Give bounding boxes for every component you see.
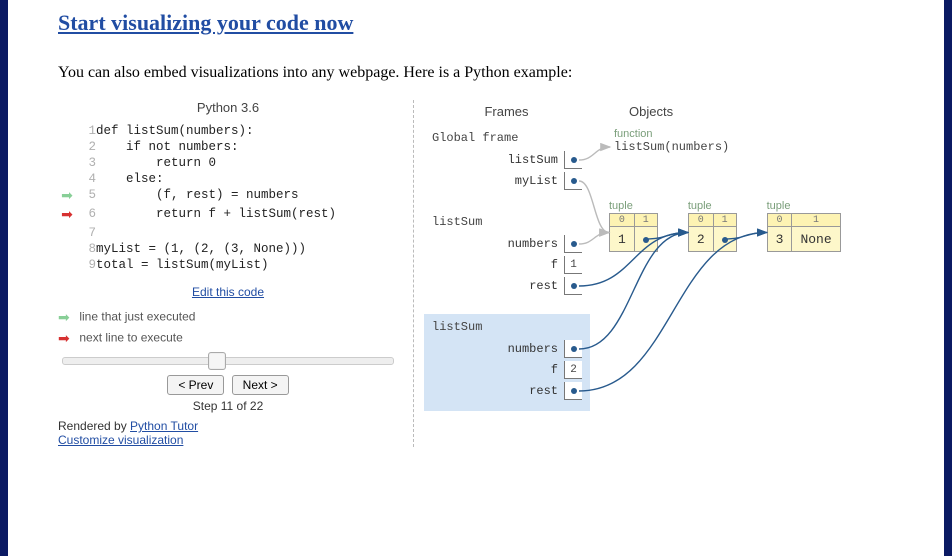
legend-prev-text: line that just executed: [79, 310, 195, 324]
variable-name: myList: [515, 174, 558, 188]
line-number: 9: [76, 257, 96, 273]
variable-row: numbers: [432, 235, 582, 253]
python-tutor-link[interactable]: Python Tutor: [130, 419, 198, 433]
code-line: myList = (1, (2, (3, None))): [96, 241, 398, 257]
tuple-index: 1: [792, 214, 840, 227]
tuple-type-label: tuple: [767, 200, 841, 212]
tuple-value-cell: 3: [767, 227, 792, 252]
tuple-index: 0: [767, 214, 792, 227]
tuple-object: tuple 011: [609, 200, 658, 252]
rendered-prefix: Rendered by: [58, 419, 130, 433]
line-number: 3: [76, 155, 96, 171]
code-line: def listSum(numbers):: [96, 123, 398, 139]
code-line: if not numbers:: [96, 139, 398, 155]
customize-link[interactable]: Customize visualization: [58, 433, 183, 447]
variable-name: numbers: [508, 342, 558, 356]
code-line: return 0: [96, 155, 398, 171]
code-line: return f + listSum(rest): [96, 206, 398, 225]
function-object: function listSum(numbers): [614, 128, 729, 154]
legend-prev: ➡ line that just executed: [58, 309, 398, 326]
frames-header: Frames: [424, 104, 589, 119]
tuple-index: 1: [634, 214, 657, 227]
variable-slot: [564, 277, 582, 295]
frame-title: listSum: [432, 215, 582, 229]
code-line: [96, 225, 398, 241]
variable-row: numbers: [432, 340, 582, 358]
tuple-value-cell: None: [792, 227, 840, 252]
variable-slot: [564, 235, 582, 253]
tuple-objects: tuple011tuple012tuple013None: [609, 200, 841, 252]
variable-slot: [564, 151, 582, 169]
tuple-type-label: tuple: [609, 200, 658, 212]
visualizer: Python 3.6 1def listSum(numbers):2 if no…: [58, 100, 894, 447]
intro-text: You can also embed visualizations into a…: [58, 64, 894, 82]
variable-row: listSum: [432, 151, 582, 169]
variable-name: rest: [529, 279, 558, 293]
tuple-value-cell: [713, 227, 736, 252]
variable-slot: 2: [564, 361, 582, 379]
next-exec-arrow-icon: ➡: [61, 208, 73, 224]
next-arrow-icon: ➡: [58, 330, 76, 347]
variable-name: f: [551, 258, 558, 272]
line-number: 2: [76, 139, 96, 155]
line-number: 5: [76, 187, 96, 206]
variable-name: numbers: [508, 237, 558, 251]
tuple-index: 1: [713, 214, 736, 227]
slider-thumb[interactable]: [208, 352, 226, 370]
line-number: 7: [76, 225, 96, 241]
legend-next-text: next line to execute: [79, 331, 182, 345]
legend-next: ➡ next line to execute: [58, 330, 398, 347]
frame-title: Global frame: [432, 131, 582, 145]
next-button[interactable]: Next >: [232, 375, 289, 395]
heap-pane: Frames Objects Global frame listSum myList…: [414, 100, 894, 447]
code-pane: Python 3.6 1def listSum(numbers):2 if no…: [58, 100, 414, 447]
tuple-type-label: tuple: [688, 200, 737, 212]
code-line: total = listSum(myList): [96, 257, 398, 273]
variable-name: rest: [529, 384, 558, 398]
edit-code-link[interactable]: Edit this code: [192, 285, 264, 299]
frames-column: Global frame listSum myList listSum numbers f…: [424, 125, 894, 411]
prev-arrow-icon: ➡: [58, 309, 76, 326]
tuple-object: tuple 012: [688, 200, 737, 252]
line-number: 6: [76, 206, 96, 225]
rendered-by: Rendered by Python Tutor: [58, 419, 398, 433]
tuple-value-cell: 1: [610, 227, 635, 252]
variable-slot: [564, 172, 582, 190]
prev-button[interactable]: < Prev: [167, 375, 224, 395]
step-label: Step 11 of 22: [58, 399, 398, 413]
stack-frame: listSum numbers f2 rest: [424, 314, 590, 411]
tuple-object: tuple 013None: [767, 200, 841, 252]
variable-row: f2: [432, 361, 582, 379]
frame-title: listSum: [432, 320, 582, 334]
stack-frame: listSum numbers f1 rest: [424, 209, 590, 306]
variable-slot: [564, 382, 582, 400]
variable-row: rest: [432, 382, 582, 400]
code-line: (f, rest) = numbers: [96, 187, 398, 206]
line-number: 8: [76, 241, 96, 257]
variable-row: f1: [432, 256, 582, 274]
prev-exec-arrow-icon: ➡: [61, 189, 73, 205]
function-text: listSum(numbers): [614, 140, 729, 154]
code-listing: 1def listSum(numbers):2 if not numbers:3…: [58, 123, 398, 273]
language-title: Python 3.6: [58, 100, 398, 115]
variable-name: f: [551, 363, 558, 377]
start-visualizing-link[interactable]: Start visualizing your code now: [58, 0, 353, 36]
variable-row: rest: [432, 277, 582, 295]
tuple-value-cell: [634, 227, 657, 252]
function-type-label: function: [614, 128, 729, 140]
tuple-index: 0: [610, 214, 635, 227]
tuple-value-cell: 2: [688, 227, 713, 252]
variable-row: myList: [432, 172, 582, 190]
global-frame: Global frame listSum myList: [424, 125, 590, 201]
code-line: else:: [96, 171, 398, 187]
line-number: 4: [76, 171, 96, 187]
objects-header: Objects: [589, 104, 894, 119]
variable-name: listSum: [508, 153, 558, 167]
line-number: 1: [76, 123, 96, 139]
variable-slot: [564, 340, 582, 358]
step-slider[interactable]: [62, 357, 394, 365]
tuple-index: 0: [688, 214, 713, 227]
variable-slot: 1: [564, 256, 582, 274]
